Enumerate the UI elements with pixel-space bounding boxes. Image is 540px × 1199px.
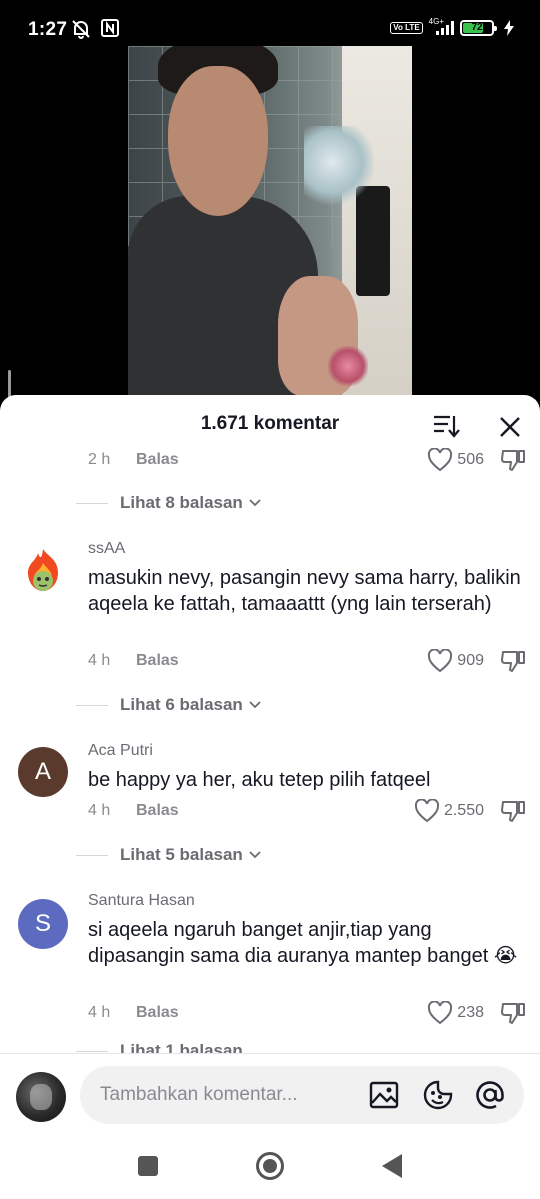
reply-button[interactable]: Balas xyxy=(136,652,179,670)
chevron-down-icon xyxy=(249,851,261,859)
comment-time: 2 h xyxy=(88,451,111,468)
comment-time: 4 h xyxy=(88,652,111,669)
battery-icon: 72 xyxy=(460,20,497,36)
like-button[interactable]: 506 xyxy=(427,448,484,472)
back-button[interactable] xyxy=(382,1154,402,1178)
avatar[interactable]: S xyxy=(18,899,68,949)
status-time: 1:27 xyxy=(28,19,68,40)
recents-button[interactable] xyxy=(138,1156,158,1176)
at-icon[interactable] xyxy=(474,1079,506,1111)
comment-input[interactable]: Tambahkan komentar... xyxy=(80,1066,524,1124)
reply-button[interactable]: Balas xyxy=(136,1004,179,1022)
sort-icon[interactable] xyxy=(432,413,460,439)
heart-icon xyxy=(414,799,439,823)
network-label: 4G+ xyxy=(428,16,444,26)
home-button[interactable] xyxy=(256,1152,284,1180)
heart-icon xyxy=(428,1001,453,1025)
like-count: 506 xyxy=(457,451,484,468)
comment-text: masukin nevy, pasangin nevy sama harry, … xyxy=(88,567,521,615)
comment-username[interactable]: Santura Hasan xyxy=(88,892,195,910)
comment-username[interactable]: ssAA xyxy=(88,540,125,558)
chevron-down-icon xyxy=(249,701,261,709)
thumbs-down-icon[interactable] xyxy=(500,799,526,823)
view-replies-button[interactable]: Lihat 6 balasan xyxy=(76,695,261,715)
avatar[interactable]: A xyxy=(18,747,68,797)
comment-input-placeholder: Tambahkan komentar... xyxy=(100,1084,298,1105)
thumbs-down-icon[interactable] xyxy=(500,1001,526,1025)
comment-time: 4 h xyxy=(88,1004,111,1021)
comments-sheet: 1.671 komentar 2 h Balas 506 Lihat 8 bal… xyxy=(0,395,540,1199)
like-count: 2.550 xyxy=(443,802,484,819)
reply-button[interactable]: Balas xyxy=(136,802,179,820)
like-button[interactable]: 238 xyxy=(427,1001,484,1025)
avatar[interactable] xyxy=(18,545,68,595)
heart-icon xyxy=(428,448,453,472)
like-button[interactable]: 909 xyxy=(427,649,484,673)
reply-button[interactable]: Balas xyxy=(136,451,179,469)
system-nav-bar xyxy=(0,1135,540,1199)
close-icon[interactable] xyxy=(496,413,524,441)
view-replies-button[interactable]: Lihat 1 balasan xyxy=(76,1041,243,1053)
status-right: Vo LTE 4G+ 72 xyxy=(390,16,514,36)
comment-time: 4 h xyxy=(88,802,111,819)
view-replies-label: Lihat 8 balasan xyxy=(120,493,243,512)
comment-text: be happy ya her, aku tetep pilih fatqeel xyxy=(88,769,431,791)
volte-badge: Vo LTE xyxy=(390,22,423,34)
battery-level: 72 xyxy=(471,22,483,33)
view-replies-label: Lihat 1 balasan xyxy=(120,1041,243,1053)
image-icon[interactable] xyxy=(368,1079,400,1111)
view-replies-label: Lihat 5 balasan xyxy=(120,845,243,864)
comment-username[interactable]: Aca Putri xyxy=(88,742,153,760)
like-count: 909 xyxy=(457,652,484,669)
alarm-off-icon xyxy=(72,20,90,39)
video-player[interactable] xyxy=(128,46,412,396)
status-left-icons xyxy=(68,18,120,40)
view-replies-label: Lihat 6 balasan xyxy=(120,695,243,714)
heart-icon xyxy=(428,649,453,673)
avatar-letter: A xyxy=(34,758,51,785)
thumbs-down-icon[interactable] xyxy=(500,649,526,673)
view-replies-button[interactable]: Lihat 8 balasan xyxy=(76,493,261,513)
comment-text: si aqeela ngaruh banget anjir,tiap yang … xyxy=(88,919,518,967)
avatar-letter: S xyxy=(34,910,51,937)
thumbs-down-icon[interactable] xyxy=(500,448,526,472)
like-count: 238 xyxy=(457,1004,484,1021)
comments-list[interactable]: 2 h Balas 506 Lihat 8 balasan ssAA masuk… xyxy=(0,445,540,1053)
emoji-icon[interactable] xyxy=(422,1079,454,1111)
charging-icon xyxy=(504,20,514,36)
my-avatar[interactable] xyxy=(16,1072,66,1122)
like-button[interactable]: 2.550 xyxy=(414,799,484,823)
chevron-down-icon xyxy=(249,499,261,507)
fire-emoji-avatar-icon xyxy=(28,549,58,591)
view-replies-button[interactable]: Lihat 5 balasan xyxy=(76,845,261,865)
nfc-icon xyxy=(101,19,119,37)
comment-input-bar: Tambahkan komentar... xyxy=(0,1053,540,1135)
